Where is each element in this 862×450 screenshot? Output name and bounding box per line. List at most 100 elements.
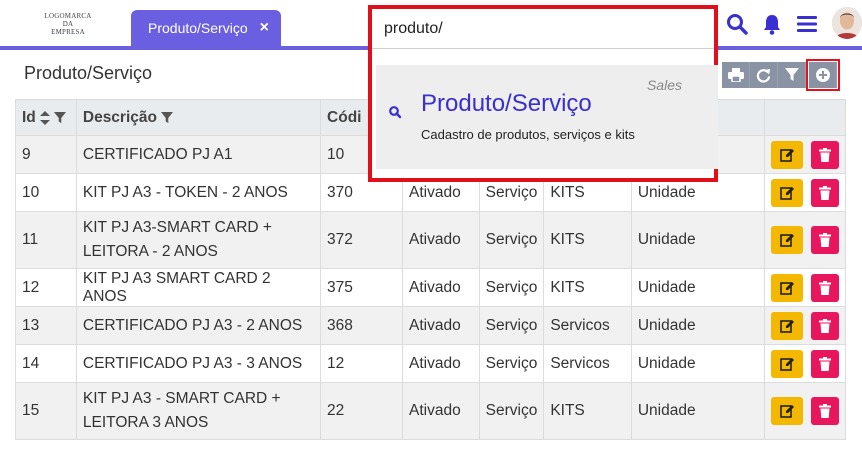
trash-icon bbox=[818, 147, 831, 162]
tab-label: Produto/Serviço bbox=[148, 20, 248, 36]
filter-icon[interactable] bbox=[160, 111, 173, 124]
edit-icon bbox=[780, 405, 794, 418]
cell-id: 12 bbox=[15, 268, 77, 307]
cell-actions bbox=[763, 306, 847, 345]
edit-button[interactable] bbox=[770, 311, 803, 340]
company-logo[interactable]: LOGOMARCA DA EMPRESA bbox=[38, 12, 98, 36]
edit-button[interactable] bbox=[770, 349, 803, 378]
logo-line-3: EMPRESA bbox=[51, 28, 85, 36]
edit-button[interactable] bbox=[770, 140, 803, 169]
edit-button[interactable] bbox=[770, 273, 803, 302]
search-popup: Sales Produto/Serviço Cadastro de produt… bbox=[368, 5, 718, 182]
cell-grupo: KITS bbox=[543, 382, 632, 440]
logo-line-1: LOGOMARCA bbox=[44, 12, 92, 20]
search-icon[interactable] bbox=[724, 11, 750, 37]
search-result-category: Sales bbox=[646, 77, 682, 93]
menu-icon[interactable] bbox=[794, 11, 820, 37]
cell-unidade: Unidade bbox=[630, 344, 765, 383]
tab-close-icon[interactable]: × bbox=[260, 20, 269, 36]
table-row[interactable]: 14 CERTIFICADO PJ A3 - 3 ANOS 12 Ativado Ser… bbox=[15, 344, 847, 383]
header-actions bbox=[724, 11, 829, 37]
edit-icon bbox=[780, 148, 794, 162]
delete-button[interactable] bbox=[810, 226, 839, 254]
search-icon bbox=[389, 106, 402, 119]
cell-grupo: Servicos bbox=[543, 306, 632, 345]
cell-status: Ativado bbox=[402, 344, 480, 383]
cell-codigo: 375 bbox=[320, 268, 403, 307]
column-header-descricao[interactable]: Descrição bbox=[75, 99, 322, 136]
trash-icon bbox=[818, 280, 831, 295]
table-row[interactable]: 12 KIT PJ A3 SMART CARD 2 ANOS 375 Ativado S… bbox=[15, 268, 847, 307]
delete-button[interactable] bbox=[810, 397, 839, 425]
cell-status: Ativado bbox=[402, 268, 480, 307]
cell-tipo: Serviço bbox=[478, 382, 545, 440]
cell-actions bbox=[763, 382, 847, 440]
cell-id: 11 bbox=[15, 211, 77, 269]
cell-descricao: KIT PJ A3 - SMART CARD + LEITORA 3 ANOS bbox=[75, 382, 322, 440]
cell-codigo: 368 bbox=[320, 306, 403, 345]
filter-icon[interactable] bbox=[53, 111, 66, 124]
cell-tipo: Serviço bbox=[478, 306, 545, 345]
delete-button[interactable] bbox=[810, 349, 839, 378]
cell-codigo: 372 bbox=[320, 211, 403, 269]
search-input[interactable] bbox=[372, 9, 714, 49]
search-result-description: Cadastro de produtos, serviços e kits bbox=[421, 127, 635, 142]
print-button[interactable] bbox=[722, 62, 750, 88]
search-result-title: Produto/Serviço bbox=[421, 90, 592, 117]
trash-icon bbox=[818, 404, 831, 418]
table-row[interactable]: 15 KIT PJ A3 - SMART CARD + LEITORA 3 ANO… bbox=[15, 382, 847, 440]
edit-icon bbox=[780, 281, 794, 295]
cell-descricao: CERTIFICADO PJ A3 - 3 ANOS bbox=[75, 344, 322, 383]
add-button[interactable] bbox=[806, 59, 840, 91]
cell-tipo: Serviço bbox=[478, 268, 545, 307]
delete-button[interactable] bbox=[810, 311, 839, 340]
cell-actions bbox=[763, 173, 847, 212]
delete-button[interactable] bbox=[810, 140, 839, 169]
cell-descricao: KIT PJ A3-SMART CARD + LEITORA - 2 ANOS bbox=[75, 211, 322, 269]
edit-icon bbox=[780, 319, 794, 333]
edit-icon bbox=[780, 186, 794, 200]
filter-button[interactable] bbox=[778, 62, 806, 88]
cell-grupo: KITS bbox=[543, 211, 632, 269]
cell-descricao: CERTIFICADO PJ A1 bbox=[75, 135, 322, 174]
add-icon bbox=[815, 68, 830, 82]
user-avatar[interactable] bbox=[832, 7, 862, 39]
trash-icon bbox=[818, 185, 831, 200]
cell-status: Ativado bbox=[402, 306, 480, 345]
edit-button[interactable] bbox=[770, 178, 803, 207]
trash-icon bbox=[818, 233, 831, 247]
edit-button[interactable] bbox=[770, 226, 803, 254]
cell-tipo: Serviço bbox=[478, 344, 545, 383]
column-header-id-label: Id bbox=[22, 108, 36, 126]
cell-id: 9 bbox=[15, 135, 77, 174]
cell-actions bbox=[763, 344, 847, 383]
cell-descricao: KIT PJ A3 - TOKEN - 2 ANOS bbox=[75, 173, 322, 212]
table-toolbar bbox=[722, 59, 840, 91]
refresh-button[interactable] bbox=[750, 62, 778, 88]
delete-button[interactable] bbox=[810, 273, 839, 302]
column-header-actions bbox=[763, 99, 847, 136]
cell-id: 15 bbox=[15, 382, 77, 440]
cell-id: 13 bbox=[15, 306, 77, 345]
sort-icon[interactable] bbox=[39, 110, 50, 125]
cell-codigo: 12 bbox=[320, 344, 403, 383]
trash-icon bbox=[818, 356, 831, 371]
cell-descricao: KIT PJ A3 SMART CARD 2 ANOS bbox=[75, 268, 322, 307]
table-row[interactable]: 11 KIT PJ A3-SMART CARD + LEITORA - 2 ANO… bbox=[15, 211, 847, 269]
bell-icon[interactable] bbox=[759, 11, 785, 37]
search-result-item[interactable]: Sales Produto/Serviço Cadastro de produt… bbox=[376, 65, 718, 169]
cell-grupo: KITS bbox=[543, 268, 632, 307]
column-header-descricao-label: Descrição bbox=[82, 108, 157, 126]
delete-button[interactable] bbox=[810, 178, 839, 207]
trash-icon bbox=[818, 318, 831, 333]
table-row[interactable]: 13 CERTIFICADO PJ A3 - 2 ANOS 368 Ativado Se… bbox=[15, 306, 847, 345]
cell-unidade: Unidade bbox=[630, 211, 765, 269]
cell-actions bbox=[763, 268, 847, 307]
column-header-id[interactable]: Id bbox=[15, 99, 77, 136]
edit-button[interactable] bbox=[770, 397, 803, 425]
tab-produto-servico[interactable]: Produto/Serviço × bbox=[131, 10, 281, 46]
refresh-icon bbox=[756, 68, 771, 83]
edit-icon bbox=[780, 357, 794, 371]
cell-status: Ativado bbox=[402, 382, 480, 440]
cell-grupo: Servicos bbox=[543, 344, 632, 383]
